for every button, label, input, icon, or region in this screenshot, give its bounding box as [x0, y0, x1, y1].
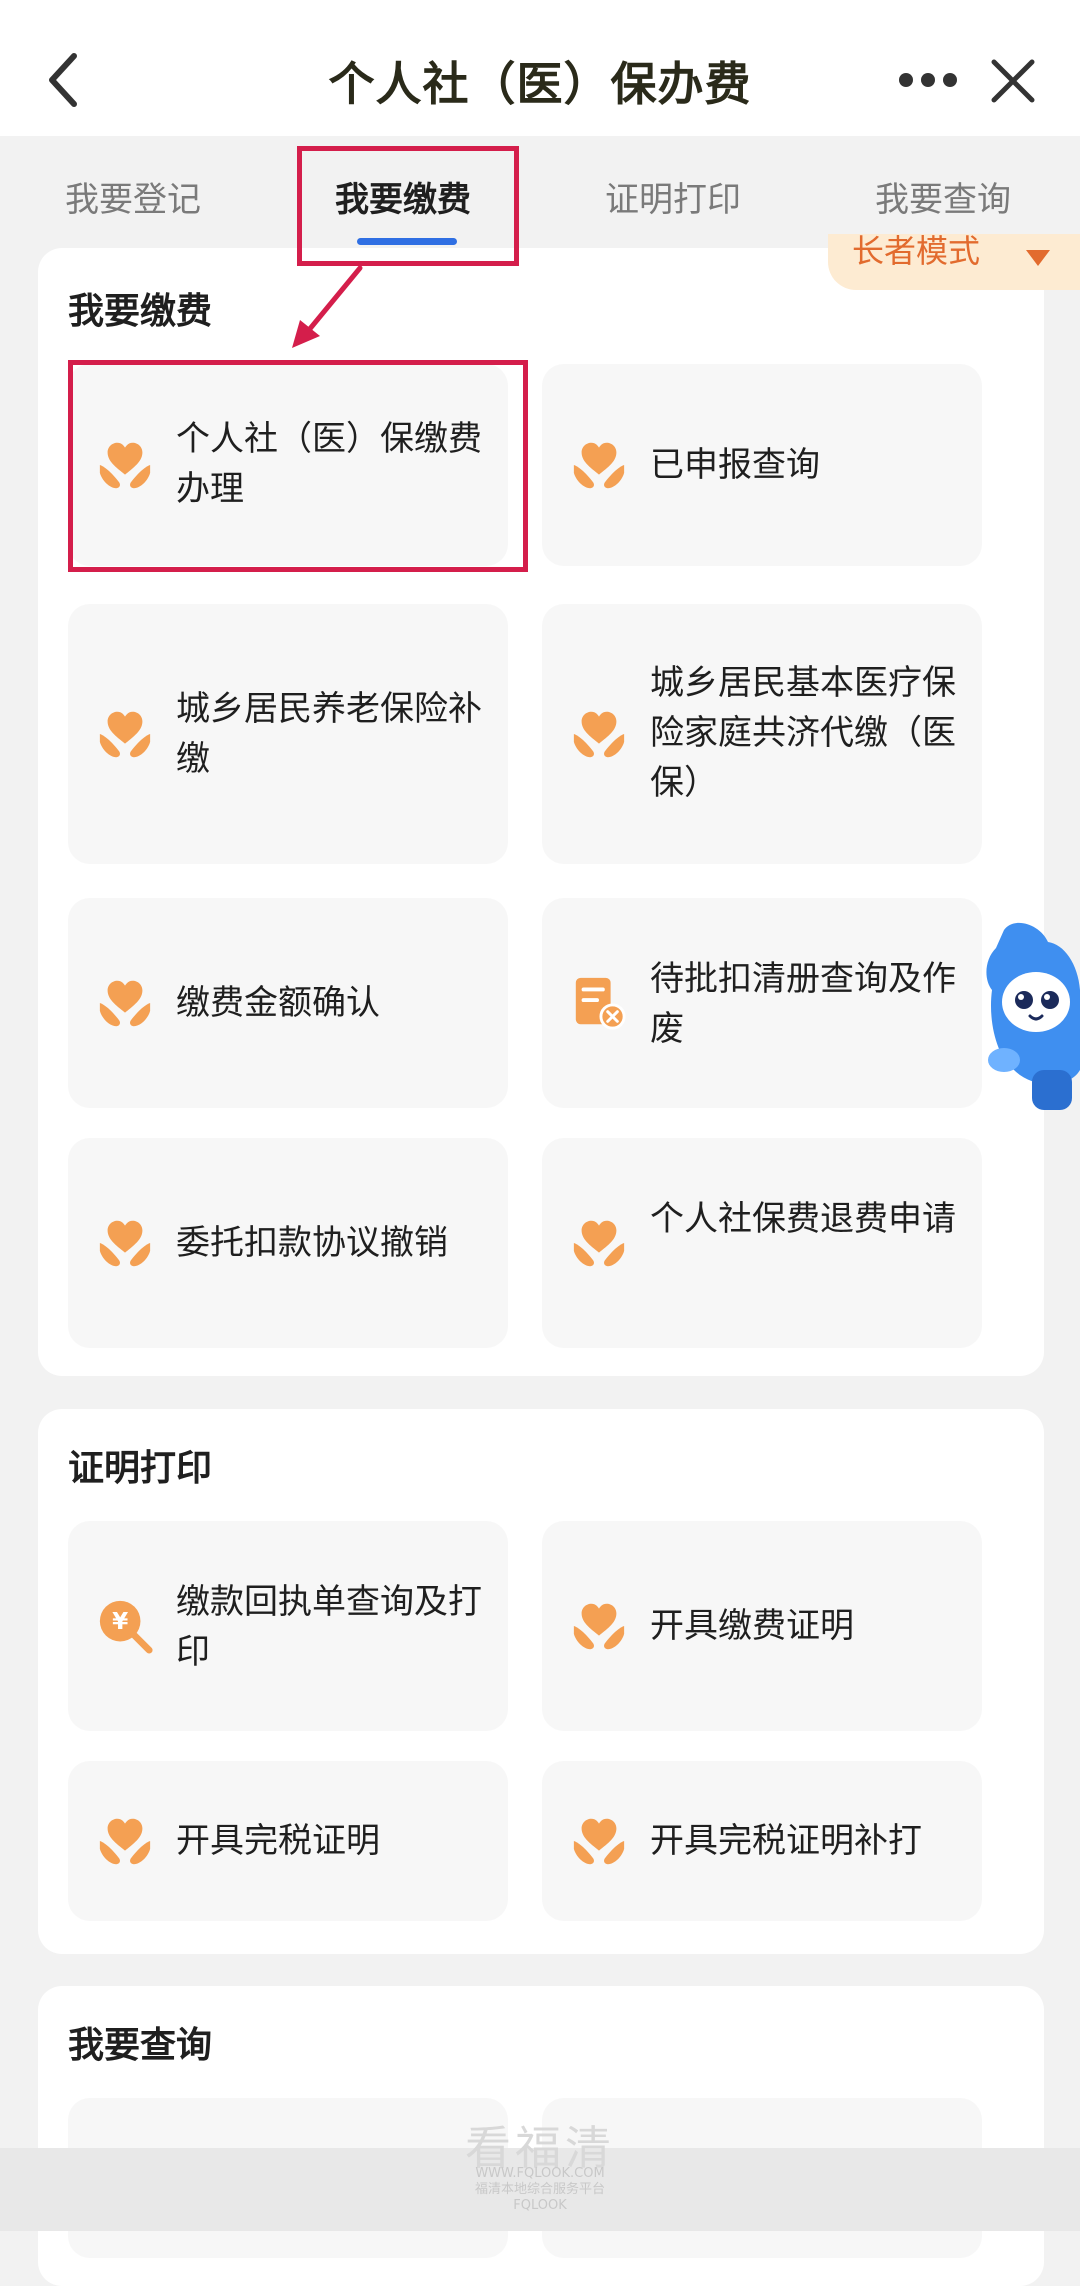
- heart-hands-icon: [573, 1818, 625, 1865]
- service-item-label: 缴款回执单查询及打印: [176, 1582, 482, 1672]
- service-item-label: 已申报查询: [650, 445, 820, 485]
- service-item-label: 待批扣清册查询及作废: [650, 959, 956, 1049]
- service-item-pension-supplementary-payment[interactable]: 城乡居民养老保险补缴: [68, 604, 508, 864]
- heart-hands-icon: [99, 1220, 151, 1267]
- service-item-revoke-deduction-agreement[interactable]: 委托扣款协议撤销: [68, 1138, 508, 1348]
- service-item-issue-tax-certificate[interactable]: 开具完税证明: [68, 1761, 508, 1921]
- heart-hands-icon: [573, 1603, 625, 1650]
- heart-hands-icon: [99, 711, 151, 758]
- service-item-issue-payment-certificate[interactable]: 开具缴费证明: [542, 1521, 982, 1731]
- watermark-subtitle: WWW.FQLOOK.COM 福清本地综合服务平台 FQLOOK: [0, 2166, 1080, 2214]
- service-item-pending-deduction-query[interactable]: 待批扣清册查询及作废: [542, 898, 982, 1108]
- highlight-tab-box: [297, 146, 519, 266]
- tab-query[interactable]: 我要查询: [875, 172, 1011, 221]
- service-item-label: 开具完税证明补打: [650, 1821, 922, 1861]
- triangle-down-icon: [1026, 250, 1050, 266]
- elder-mode-label: 长者模式: [852, 234, 981, 270]
- service-item-receipt-query-print[interactable]: ¥ 缴款回执单查询及打印: [68, 1521, 508, 1731]
- tab-bar: 我要登记 我要缴费 证明打印 我要查询: [0, 136, 1080, 250]
- service-item-label: 城乡居民养老保险补缴: [176, 689, 482, 779]
- yuan-search-icon: ¥: [99, 1600, 153, 1654]
- arrow-icon: [292, 265, 363, 348]
- service-item-label: 缴费金额确认: [176, 983, 380, 1023]
- header-bar: 个人社（医）保办费: [0, 0, 1080, 136]
- service-item-payment-amount-confirm[interactable]: 缴费金额确认: [68, 898, 508, 1108]
- highlight-item-box: [68, 360, 528, 572]
- heart-hands-icon: [99, 980, 151, 1027]
- service-item-label: 委托扣款协议撤销: [176, 1223, 448, 1263]
- service-item-declared-query[interactable]: 已申报查询: [542, 364, 982, 566]
- mascot-robot-icon[interactable]: [974, 920, 1080, 1120]
- heart-hands-icon: [99, 1818, 151, 1865]
- service-item-reprint-tax-certificate[interactable]: 开具完税证明补打: [542, 1761, 982, 1921]
- watermark-line: FQLOOK: [513, 2198, 567, 2213]
- section-certificate-print: 证明打印 ¥ 缴款回执单查询及打印 开具缴费证明 开具完税证明 开具完税证明补打: [38, 1409, 1044, 1954]
- service-item-family-medical-payment[interactable]: 城乡居民基本医疗保险家庭共济代缴（医保）: [542, 604, 982, 864]
- service-item-label: 城乡居民基本医疗保险家庭共济代缴（医保）: [650, 663, 956, 803]
- close-icon[interactable]: [990, 58, 1036, 104]
- watermark-line: WWW.FQLOOK.COM: [475, 2166, 605, 2181]
- heart-hands-icon: [573, 1220, 625, 1267]
- section-title-payment: 我要缴费: [68, 291, 213, 332]
- elder-mode-badge[interactable]: 长者模式: [828, 234, 1080, 290]
- svg-text:¥: ¥: [112, 1608, 128, 1635]
- service-item-label: 开具缴费证明: [650, 1606, 854, 1646]
- service-item-label: 开具完税证明: [176, 1821, 380, 1861]
- heart-hands-icon: [573, 442, 625, 489]
- tab-register[interactable]: 我要登记: [65, 172, 201, 221]
- service-item-refund-application[interactable]: 个人社保费退费申请: [542, 1138, 982, 1348]
- document-cancel-icon: [575, 977, 626, 1030]
- section-title-query: 我要查询: [68, 2025, 213, 2066]
- heart-hands-icon: [573, 711, 625, 758]
- section-title-certificate-print: 证明打印: [68, 1448, 213, 1489]
- more-dots-icon[interactable]: [896, 60, 960, 100]
- tab-certificate-print[interactable]: 证明打印: [605, 172, 741, 221]
- service-item-label: 个人社保费退费申请: [650, 1199, 956, 1239]
- watermark-line: 福清本地综合服务平台: [474, 2182, 605, 2197]
